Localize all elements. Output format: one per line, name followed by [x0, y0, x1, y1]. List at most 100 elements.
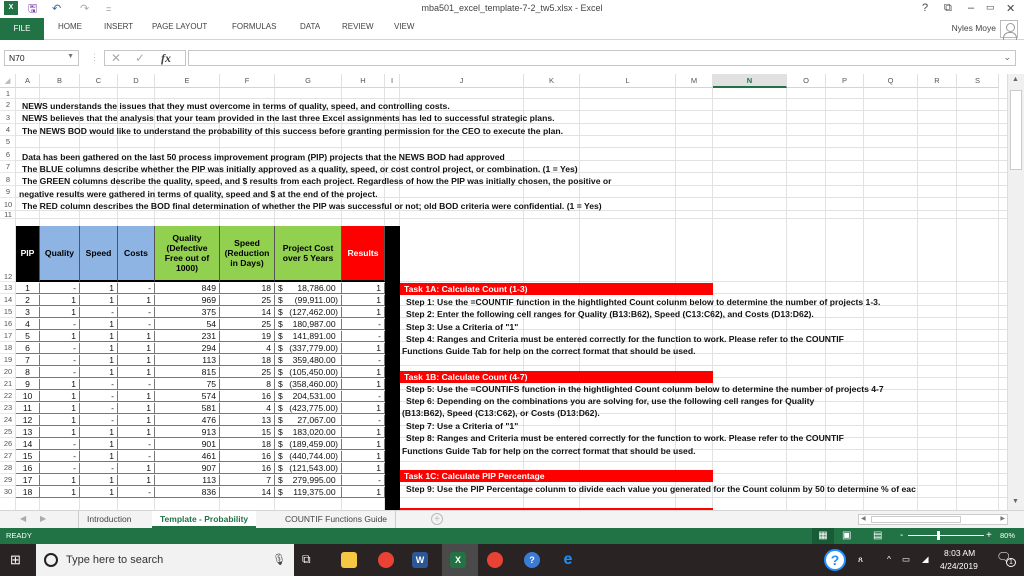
- row-header-21[interactable]: 21: [0, 378, 16, 390]
- network-icon[interactable]: ▭: [902, 554, 910, 565]
- header-speed-result[interactable]: Speed (Reduction in Days): [220, 226, 275, 282]
- column-header-l[interactable]: L: [580, 74, 676, 88]
- cell-q[interactable]: 901: [155, 439, 220, 450]
- cell-q[interactable]: 849: [155, 283, 220, 294]
- row-header-27[interactable]: 27: [0, 450, 16, 462]
- show-hidden-icons-chevron[interactable]: ^: [887, 554, 891, 564]
- wifi-icon[interactable]: ◢: [922, 554, 929, 565]
- cell-cost[interactable]: $18,786.00: [275, 283, 342, 294]
- cell-result[interactable]: 1: [342, 343, 385, 354]
- cell-costs[interactable]: 1: [118, 415, 155, 426]
- task-1a-header[interactable]: Task 1A: Calculate Count (1-3): [400, 283, 713, 295]
- cell-q[interactable]: 461: [155, 451, 220, 462]
- scroll-left-icon[interactable]: ◀: [861, 515, 866, 522]
- cell-s[interactable]: 18: [220, 439, 275, 450]
- page-break-view-icon[interactable]: ▤: [873, 528, 882, 544]
- insert-function-icon[interactable]: fx: [161, 51, 171, 65]
- cell-quality[interactable]: 1: [40, 379, 80, 390]
- cell-s[interactable]: 25: [220, 319, 275, 330]
- cell-pip[interactable]: 10: [16, 391, 40, 402]
- cell-q[interactable]: 113: [155, 475, 220, 486]
- cell-quality[interactable]: 1: [40, 295, 80, 306]
- cell-costs[interactable]: 1: [118, 367, 155, 378]
- cell-speed[interactable]: 1: [80, 487, 118, 498]
- cell-cost[interactable]: $ (121,543.00): [275, 463, 342, 474]
- tab-formulas[interactable]: FORMULAS: [232, 22, 276, 31]
- cell-q[interactable]: 581: [155, 403, 220, 414]
- clock-date[interactable]: 4/24/2019: [940, 561, 978, 571]
- cell-pip[interactable]: 12: [16, 415, 40, 426]
- cell-pip[interactable]: 15: [16, 451, 40, 462]
- cell-q[interactable]: 574: [155, 391, 220, 402]
- cell-q[interactable]: 75: [155, 379, 220, 390]
- tab-home[interactable]: HOME: [58, 22, 82, 31]
- cell-quality[interactable]: 1: [40, 307, 80, 318]
- cell-quality[interactable]: -: [40, 451, 80, 462]
- cell-quality[interactable]: 1: [40, 415, 80, 426]
- cell-speed[interactable]: 1: [80, 295, 118, 306]
- row-header-5[interactable]: 5: [0, 136, 16, 148]
- cell-result[interactable]: -: [342, 319, 385, 330]
- cell-speed[interactable]: 1: [80, 475, 118, 486]
- cell-quality[interactable]: 1: [40, 475, 80, 486]
- cell-quality[interactable]: -: [40, 463, 80, 474]
- cell-pip[interactable]: 6: [16, 343, 40, 354]
- help-app-icon[interactable]: ?: [524, 552, 540, 568]
- next-sheet-icon[interactable]: ▶: [40, 514, 46, 523]
- cell-pip[interactable]: 18: [16, 487, 40, 498]
- column-header-d[interactable]: D: [118, 74, 155, 88]
- cell-result[interactable]: 1: [342, 283, 385, 294]
- cell-costs[interactable]: 1: [118, 295, 155, 306]
- horizontal-scrollbar[interactable]: ◀ ▶: [858, 514, 1008, 525]
- header-speed[interactable]: Speed: [80, 226, 118, 282]
- minimize-button[interactable]: –: [968, 2, 974, 14]
- cell-cost[interactable]: $ (127,462.00): [275, 307, 342, 318]
- cell-result[interactable]: 1: [342, 439, 385, 450]
- row-header-7[interactable]: 7: [0, 161, 16, 173]
- cell-costs[interactable]: -: [118, 283, 155, 294]
- row-header-9[interactable]: 9: [0, 186, 16, 198]
- sheet-tab-introduction[interactable]: Introduction: [78, 511, 139, 528]
- header-pip[interactable]: PIP: [16, 226, 40, 282]
- cell-result[interactable]: 1: [342, 295, 385, 306]
- cell-s[interactable]: 18: [220, 283, 275, 294]
- cell-result[interactable]: 1: [342, 379, 385, 390]
- cell-q[interactable]: 815: [155, 367, 220, 378]
- chrome-icon[interactable]: [378, 552, 394, 568]
- cell-result[interactable]: -: [342, 355, 385, 366]
- cell-q[interactable]: 294: [155, 343, 220, 354]
- cell-pip[interactable]: 4: [16, 319, 40, 330]
- cell-speed[interactable]: 1: [80, 355, 118, 366]
- cell-quality[interactable]: 1: [40, 331, 80, 342]
- cell-costs[interactable]: 1: [118, 475, 155, 486]
- cell-result[interactable]: -: [342, 331, 385, 342]
- ribbon-display-options-button[interactable]: ⧉: [944, 2, 952, 15]
- row-header-24[interactable]: 24: [0, 414, 16, 426]
- cell-cost[interactable]: $119,375.00: [275, 487, 342, 498]
- tab-view[interactable]: VIEW: [394, 22, 414, 31]
- scroll-right-icon[interactable]: ▶: [1000, 515, 1005, 522]
- cell-result[interactable]: 1: [342, 487, 385, 498]
- maximize-button[interactable]: ▭: [986, 2, 995, 13]
- cell-costs[interactable]: 1: [118, 427, 155, 438]
- cell-quality[interactable]: -: [40, 283, 80, 294]
- cell-pip[interactable]: 9: [16, 379, 40, 390]
- cell-cost[interactable]: $279,995.00: [275, 475, 342, 486]
- cell-cost[interactable]: $27,067.00: [275, 415, 342, 426]
- cell-q[interactable]: 231: [155, 331, 220, 342]
- row-header-19[interactable]: 19: [0, 354, 16, 366]
- column-header-b[interactable]: B: [40, 74, 80, 88]
- cell-speed[interactable]: -: [80, 463, 118, 474]
- formula-input[interactable]: ⌄: [188, 50, 1016, 66]
- cell-speed[interactable]: 1: [80, 439, 118, 450]
- help-tray-icon[interactable]: ?: [824, 549, 846, 571]
- cell-s[interactable]: 16: [220, 451, 275, 462]
- tab-review[interactable]: REVIEW: [342, 22, 374, 31]
- cell-result[interactable]: -: [342, 475, 385, 486]
- row-header-1[interactable]: 1: [0, 88, 16, 99]
- column-header-a[interactable]: A: [16, 74, 40, 88]
- cell-costs[interactable]: -: [118, 439, 155, 450]
- cell-speed[interactable]: -: [80, 415, 118, 426]
- vertical-scroll-thumb[interactable]: [1010, 90, 1022, 170]
- cell-q[interactable]: 113: [155, 355, 220, 366]
